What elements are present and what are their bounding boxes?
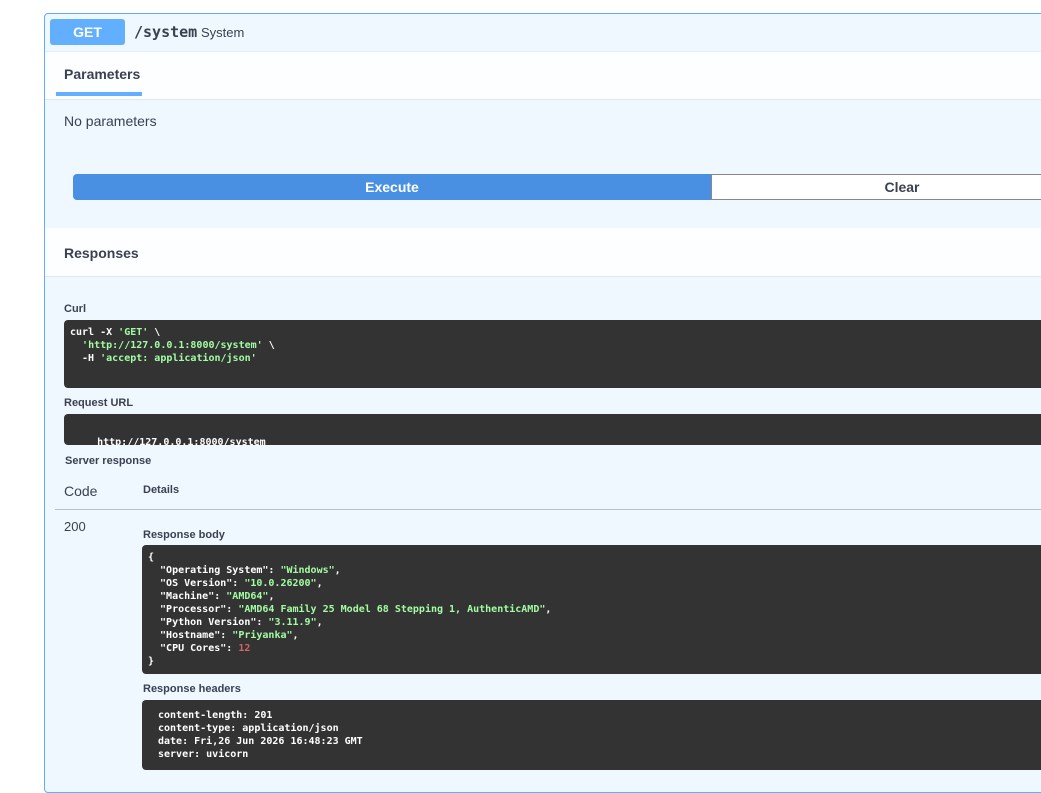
request-url-value: http://127.0.0.1:8000/system xyxy=(97,437,266,448)
curl-code-block[interactable]: curl -X 'GET' \ 'http://127.0.0.1:8000/s… xyxy=(64,320,1041,388)
response-header-line: date: Fri,26 Jun 2026 16:48:23 GMT xyxy=(158,736,363,747)
code-column-header: Code xyxy=(64,483,98,499)
json-string-value: "10.0.26200" xyxy=(244,578,317,589)
server-response-label: Server response xyxy=(65,455,152,467)
response-headers-block[interactable]: content-length: 201 content-type: applica… xyxy=(142,700,1041,770)
json-key: "Processor": xyxy=(148,604,239,615)
json-string-value: "Windows" xyxy=(280,565,335,576)
operation-summary[interactable]: GET /system System xyxy=(45,14,1041,52)
execute-wrapper: Execute Clear xyxy=(73,174,1041,200)
json-comma: , xyxy=(334,565,341,576)
tab-active-indicator xyxy=(56,92,142,96)
response-header-line: content-type: application/json xyxy=(158,723,339,734)
execute-button[interactable]: Execute xyxy=(73,174,711,200)
json-line: "CPU Cores": 12 xyxy=(148,642,1041,655)
json-number-value: 12 xyxy=(238,643,251,654)
json-open-brace: { xyxy=(148,552,155,563)
curl-text: \ xyxy=(262,340,275,351)
curl-string: 'GET' xyxy=(118,327,149,338)
operation-block-get-system: GET /system System Parameters No paramet… xyxy=(44,13,1041,793)
json-string-value: "Priyanka" xyxy=(232,630,293,641)
curl-text xyxy=(70,340,82,351)
json-comma: , xyxy=(316,617,323,628)
curl-string: 'accept: application/json' xyxy=(100,353,257,364)
status-code: 200 xyxy=(64,519,86,534)
json-line: "Python Version": "3.11.9", xyxy=(148,616,1041,629)
json-string-value: "AMD64 Family 25 Model 68 Stepping 1, Au… xyxy=(238,604,546,615)
curl-label: Curl xyxy=(64,303,86,315)
operation-path: /system xyxy=(134,23,198,41)
response-body-block[interactable]: { "Operating System": "Windows", "OS Ver… xyxy=(142,545,1041,674)
json-close-brace: } xyxy=(148,656,155,667)
json-line: "Hostname": "Priyanka", xyxy=(148,629,1041,642)
json-key: "Operating System": xyxy=(148,565,281,576)
json-string-value: "AMD64" xyxy=(226,591,269,602)
json-comma: , xyxy=(268,591,275,602)
no-parameters-text: No parameters xyxy=(64,113,157,129)
json-line: "Operating System": "Windows", xyxy=(148,564,1041,577)
json-line: "Machine": "AMD64", xyxy=(148,590,1041,603)
curl-line: 'http://127.0.0.1:8000/system' \ xyxy=(70,339,1041,352)
json-comma: , xyxy=(545,604,552,615)
details-column-header: Details xyxy=(143,484,180,496)
curl-text: -H xyxy=(70,353,101,364)
curl-line: curl -X 'GET' \ xyxy=(70,326,1041,339)
json-comma: , xyxy=(316,578,323,589)
json-line: "OS Version": "10.0.26200", xyxy=(148,577,1041,590)
curl-line: -H 'accept: application/json' xyxy=(70,352,1041,365)
json-string-value: "3.11.9" xyxy=(268,617,317,628)
response-headers-label: Response headers xyxy=(143,683,241,695)
tab-parameters[interactable]: Parameters xyxy=(64,66,140,82)
json-key: "Hostname": xyxy=(148,630,233,641)
curl-string: 'http://127.0.0.1:8000/system' xyxy=(82,340,263,351)
request-url-label: Request URL xyxy=(64,397,134,409)
json-key: "OS Version": xyxy=(148,578,245,589)
curl-text: curl -X xyxy=(70,327,119,338)
responses-header: Responses xyxy=(45,228,1041,277)
parameters-header: Parameters xyxy=(45,51,1041,100)
method-badge: GET xyxy=(50,19,125,45)
response-header-line: content-length: 201 xyxy=(158,710,273,721)
json-key: "Python Version": xyxy=(148,617,269,628)
json-comma: , xyxy=(292,630,299,641)
table-divider xyxy=(55,509,1041,510)
clear-button[interactable]: Clear xyxy=(711,174,1041,200)
response-header-line: server: uvicorn xyxy=(158,749,249,760)
json-key: "Machine": xyxy=(148,591,227,602)
responses-title: Responses xyxy=(64,245,139,261)
operation-description: System xyxy=(201,25,245,40)
response-body-label: Response body xyxy=(143,529,225,541)
request-url-block[interactable]: http://127.0.0.1:8000/system xyxy=(64,414,1041,448)
json-key: "CPU Cores": xyxy=(148,643,239,654)
curl-text: \ xyxy=(148,327,161,338)
json-line: "Processor": "AMD64 Family 25 Model 68 S… xyxy=(148,603,1041,616)
